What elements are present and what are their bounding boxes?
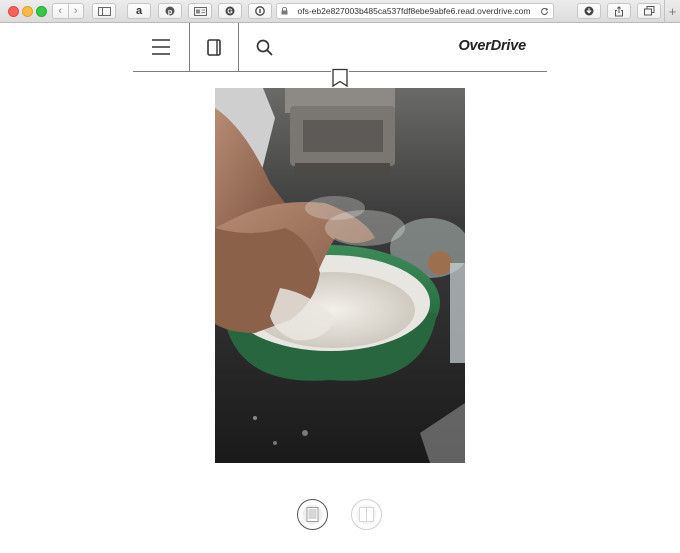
tabs-icon <box>643 6 654 16</box>
svg-text:G: G <box>227 9 233 16</box>
back-button[interactable]: ‹ <box>53 4 68 18</box>
back-forward-group: ‹ › <box>52 3 84 19</box>
amazon-extension-button[interactable]: a <box>127 3 151 19</box>
menu-icon <box>152 39 170 55</box>
url-text: ofs-eb2e827003b485ca537fdf8ebe9abfe6.rea… <box>297 6 531 16</box>
address-bar[interactable]: ofs-eb2e827003b485ca537fdf8ebe9abfe6.rea… <box>276 3 554 19</box>
show-tabs-button[interactable] <box>637 3 661 19</box>
book-details-button[interactable] <box>189 23 239 71</box>
single-page-view-button[interactable] <box>297 499 328 530</box>
grammarly-icon: G <box>225 6 235 16</box>
grammarly-extension-button[interactable]: G <box>218 3 242 19</box>
close-window-button[interactable] <box>8 6 19 17</box>
minimize-window-button[interactable] <box>22 6 33 17</box>
share-icon <box>615 5 623 16</box>
forward-button[interactable]: › <box>67 4 84 18</box>
download-icon <box>584 6 594 16</box>
svg-text:p: p <box>168 9 172 16</box>
sidebar-button[interactable] <box>92 3 116 19</box>
overdrive-logo: OverDrive <box>458 38 526 54</box>
pinterest-extension-button[interactable]: p <box>158 3 182 19</box>
lock-icon <box>281 7 288 15</box>
pinterest-icon: p <box>165 6 175 16</box>
two-page-icon <box>356 504 377 525</box>
info-icon <box>255 6 265 16</box>
zoom-window-button[interactable] <box>36 6 47 17</box>
amazon-icon: a <box>135 5 143 17</box>
bookmark-button[interactable] <box>331 68 349 88</box>
book-icon <box>207 38 221 56</box>
two-page-view-button[interactable] <box>351 499 382 530</box>
single-page-icon <box>302 504 323 525</box>
book-page-illustration <box>215 88 465 463</box>
reader-toolbar: OverDrive <box>133 23 547 72</box>
share-button[interactable] <box>607 3 631 19</box>
reader-icon <box>193 6 207 16</box>
bookmark-icon <box>332 68 348 88</box>
reader-extension-button[interactable] <box>188 3 212 19</box>
sidebar-icon <box>97 6 111 16</box>
search-button[interactable] <box>239 23 289 71</box>
kneading-dough-photo <box>215 88 465 463</box>
info-extension-button[interactable] <box>248 3 272 19</box>
search-icon <box>256 39 273 56</box>
downloads-button[interactable] <box>577 3 601 19</box>
reload-icon[interactable] <box>540 7 549 16</box>
browser-toolbar: ‹ › a p G ofs-eb2e827003b485ca537fdf8ebe… <box>0 0 680 23</box>
menu-button[interactable] <box>133 23 189 71</box>
new-tab-button[interactable]: + <box>664 0 680 23</box>
